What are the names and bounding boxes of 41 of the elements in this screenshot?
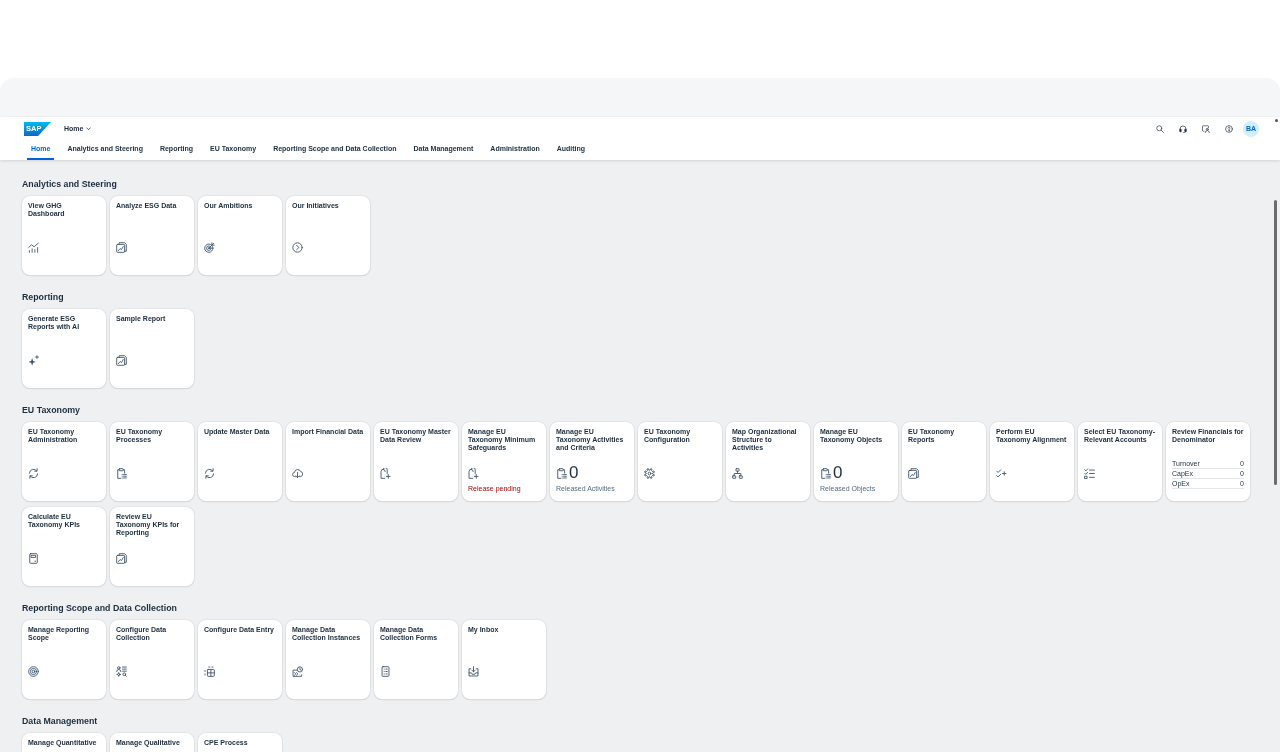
- report-icon: [116, 552, 127, 564]
- settings-icon: [644, 467, 655, 479]
- search-icon[interactable]: [1156, 125, 1164, 133]
- calculator-icon: [28, 552, 39, 564]
- section-title: Data Management: [22, 715, 98, 727]
- chat-person-icon[interactable]: [1202, 125, 1210, 133]
- section-title: Reporting: [22, 291, 64, 303]
- section-title: EU Taxonomy: [22, 404, 80, 416]
- chevron-circle-icon: [292, 241, 303, 253]
- scrollbar-thumb[interactable]: [1274, 200, 1277, 485]
- section-title: Reporting Scope and Data Collection: [22, 602, 177, 614]
- checkmarks-plus-icon: [996, 467, 1007, 479]
- cloud-download-icon: [292, 467, 303, 479]
- document-plus-icon: [468, 467, 479, 479]
- clipboard-list-icon: [556, 467, 567, 479]
- chevron-down-icon: [86, 127, 92, 131]
- sparkle-icon: [28, 354, 39, 366]
- report-icon: [908, 467, 919, 479]
- hierarchy-icon: [732, 467, 743, 479]
- document-plus-icon: [380, 467, 391, 479]
- form-icon: [380, 665, 391, 677]
- help-icon[interactable]: [1225, 125, 1233, 133]
- count-value: 0: [833, 466, 843, 480]
- line-chart-icon: [28, 241, 39, 253]
- section-title: Analytics and Steering: [22, 178, 117, 190]
- checklist-icon: [1084, 467, 1095, 479]
- report-icon: [116, 241, 127, 253]
- headset-icon[interactable]: [1179, 125, 1187, 133]
- target-icon: [28, 665, 39, 677]
- chart-clock-icon: [292, 665, 303, 677]
- person-list-icon: [116, 665, 127, 677]
- dot-icon: [1275, 119, 1278, 122]
- sync-icon: [204, 467, 215, 479]
- inbox-icon: [468, 665, 479, 677]
- report-icon: [116, 354, 127, 366]
- sync-icon: [28, 467, 39, 479]
- count-value: 0: [569, 466, 579, 480]
- clipboard-list-icon: [820, 467, 831, 479]
- grid-icon: [204, 665, 215, 677]
- target-arrow-icon: [204, 241, 215, 253]
- clipboard-list-icon: [116, 467, 127, 479]
